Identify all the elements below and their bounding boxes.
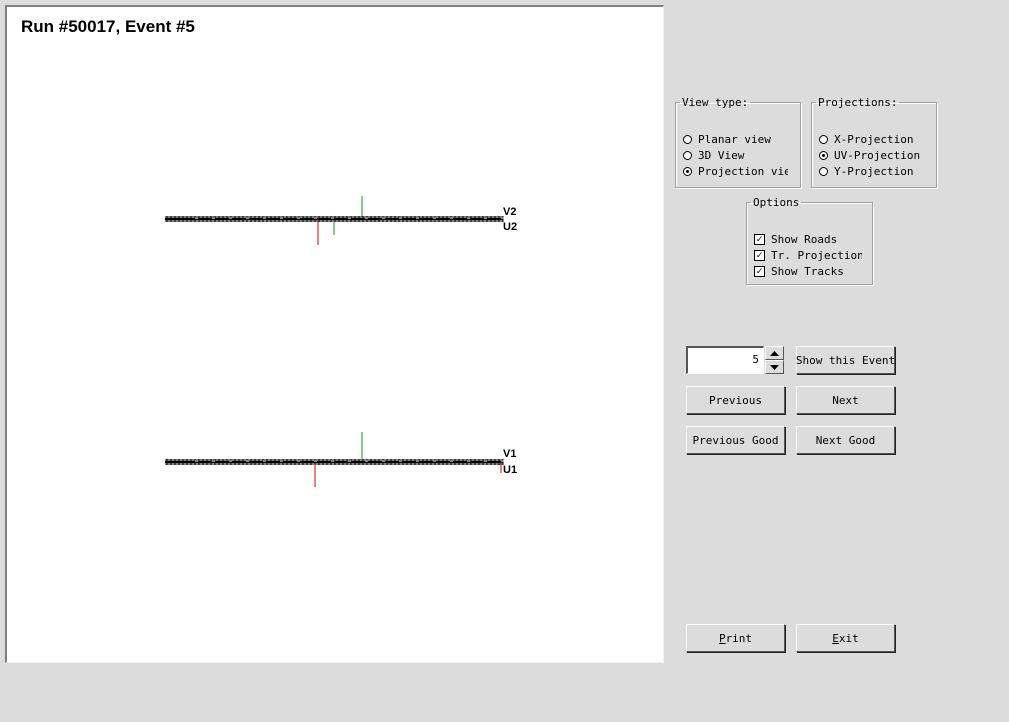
event-number-input[interactable]: 5 (686, 346, 764, 374)
radio-label: X-Projection (834, 132, 914, 146)
exit-button[interactable]: Exit (796, 624, 895, 652)
arrow-up-icon (770, 350, 779, 356)
radio-button-selected-icon[interactable] (819, 150, 828, 160)
checkbox-show-roads[interactable]: ✓ Show Roads (754, 232, 866, 246)
detector-label-u2: U2 (503, 221, 518, 233)
radio-label: Planar view (698, 132, 771, 146)
show-this-event-button[interactable]: Show this Event (796, 346, 895, 374)
previous-button[interactable]: Previous (686, 386, 785, 414)
detector-label-v1: V1 (503, 448, 517, 460)
next-good-button[interactable]: Next Good (796, 426, 895, 454)
radio-button-icon[interactable] (819, 134, 828, 144)
radio-uv-projection[interactable]: UV-Projection (819, 148, 931, 162)
checkbox-label: Show Tracks (771, 264, 844, 278)
previous-good-button[interactable]: Previous Good (686, 426, 785, 454)
radio-label: 3D View (698, 148, 745, 162)
checkbox-tr-projections[interactable]: ✓ Tr. Projections (754, 248, 862, 262)
options-group: Options ✓ Show Roads ✓ Tr. Projections ✓… (746, 197, 873, 285)
checkbox-label: Show Roads (771, 232, 838, 246)
projections-legend: Projections: (818, 96, 898, 109)
checkmark-icon[interactable]: ✓ (754, 265, 765, 277)
radio-button-selected-icon[interactable] (683, 166, 692, 176)
next-button[interactable]: Next (796, 386, 895, 414)
radio-projection-view[interactable]: Projection view (683, 164, 788, 178)
exit-label-rest: xit (838, 631, 859, 645)
radio-3d-view[interactable]: 3D View (683, 148, 795, 162)
print-label-rest: rint (725, 631, 753, 645)
projections-group: Projections: X-Projection UV-Projection … (811, 97, 937, 188)
detector-drawing (165, 196, 504, 487)
arrow-down-icon (770, 364, 779, 370)
radio-label: Y-Projection (834, 164, 914, 178)
radio-y-projection[interactable]: Y-Projection (819, 164, 931, 178)
radio-button-icon[interactable] (683, 134, 692, 144)
view-type-group: View type: Planar view 3D View Projectio… (675, 97, 801, 188)
radio-button-icon[interactable] (683, 150, 692, 160)
radio-button-icon[interactable] (819, 166, 828, 176)
detector-label-u1: U1 (503, 464, 518, 476)
radio-x-projection[interactable]: X-Projection (819, 132, 931, 146)
spin-down-button[interactable] (765, 360, 784, 374)
checkmark-icon[interactable]: ✓ (754, 249, 765, 261)
spin-up-button[interactable] (765, 346, 784, 360)
exit-mnemonic: E (832, 631, 839, 645)
view-type-legend: View type: (682, 96, 749, 109)
checkbox-show-tracks[interactable]: ✓ Show Tracks (754, 264, 866, 278)
radio-planar-view[interactable]: Planar view (683, 132, 795, 146)
detector-label-v2: V2 (503, 206, 517, 218)
print-mnemonic: P (718, 631, 726, 645)
options-legend: Options (753, 196, 800, 209)
print-button[interactable]: Print (686, 624, 785, 652)
event-display-canvas: Run #50017, Event #5 V2 U2 V1 U1 (5, 5, 664, 663)
radio-label: Projection view (698, 164, 788, 178)
radio-label: UV-Projection (834, 148, 921, 162)
checkbox-label: Tr. Projections (771, 248, 862, 262)
checkmark-icon[interactable]: ✓ (754, 233, 765, 245)
